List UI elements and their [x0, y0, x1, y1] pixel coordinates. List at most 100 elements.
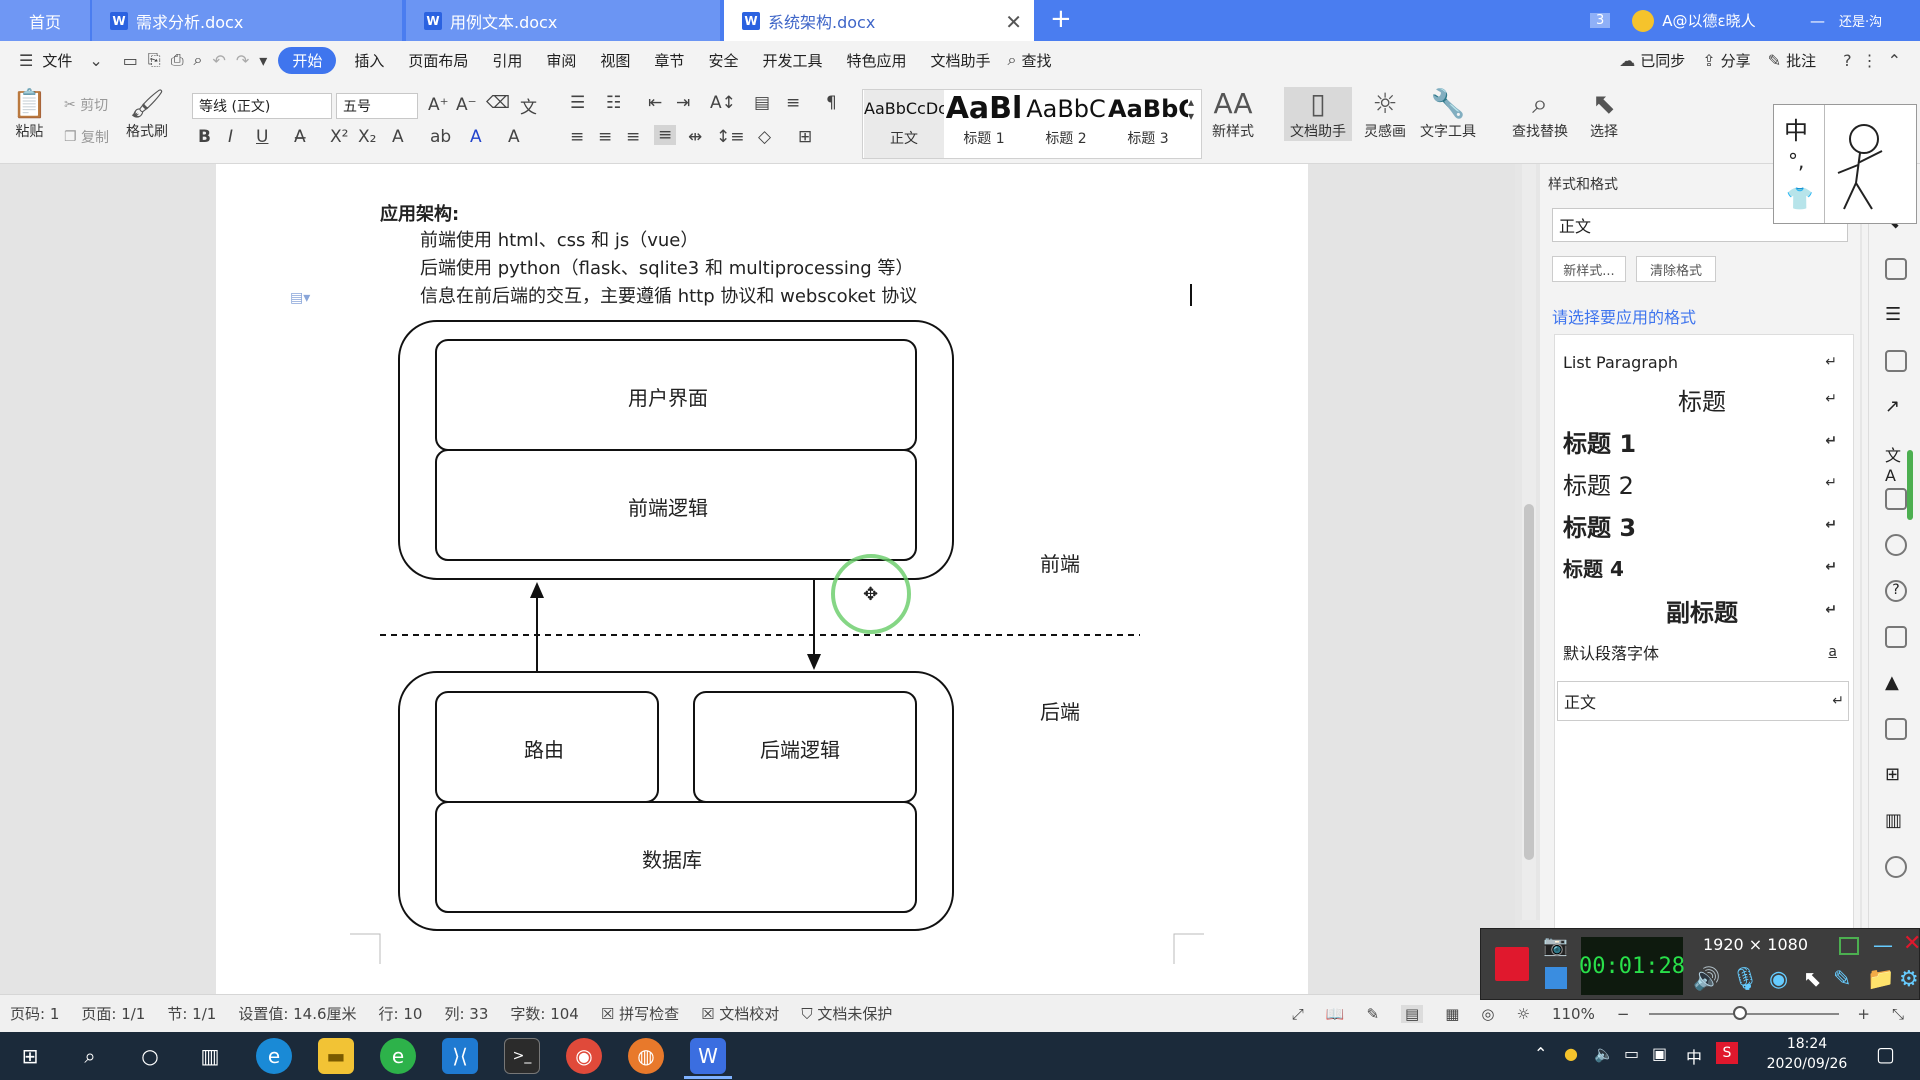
share-icon[interactable]: ⇪ [1697, 51, 1720, 70]
scrollbar-thumb[interactable] [1524, 504, 1534, 860]
file-explorer-icon[interactable]: ▬ [318, 1038, 354, 1074]
camera-icon[interactable]: 📷 [1543, 933, 1568, 957]
zoom-slider-thumb[interactable] [1733, 1005, 1748, 1020]
fullscreen-icon[interactable]: ⤢ [1292, 1005, 1304, 1023]
terminal-icon[interactable]: >_ [504, 1038, 540, 1074]
comment-icon[interactable]: ✎ [1763, 51, 1786, 70]
help-circle-icon[interactable]: ? [1885, 580, 1907, 602]
highlight-icon[interactable]: ab [430, 127, 451, 147]
format-painter-button[interactable]: 🖌 格式刷 [126, 87, 168, 141]
protect-status[interactable]: ⛉ 文档未保护 [801, 1003, 892, 1024]
status-col[interactable]: 列: 33 [444, 1003, 488, 1024]
history-icon[interactable] [1885, 534, 1907, 556]
wps-writer-icon[interactable]: W [690, 1038, 726, 1074]
shrink-font-icon[interactable]: A⁻ [456, 95, 477, 115]
paste-button[interactable]: 📋 粘贴 [12, 87, 47, 141]
style-item-normal[interactable]: 正文 ↵ [1557, 681, 1849, 721]
tab-architecture-doc[interactable]: W 系统架构.docx ✕ [724, 0, 1034, 41]
export-icon[interactable]: ⎘ [143, 50, 166, 70]
align-right-icon[interactable]: ≡ [626, 127, 640, 147]
browser-360-icon[interactable]: e [380, 1038, 416, 1074]
text-tools-button[interactable]: 🔧 文字工具 [1420, 87, 1476, 141]
select-button[interactable]: ⬉ 选择 [1590, 87, 1618, 141]
tray-expand-icon[interactable]: ⌃ [1534, 1044, 1547, 1063]
style-item-heading-4[interactable]: 标题 4 ↵ [1563, 547, 1841, 587]
customize-icon[interactable]: ▾ [254, 51, 272, 70]
ime-floating-widget[interactable]: 中 °, 👕 [1773, 104, 1917, 224]
style-heading-2[interactable]: AaBbC 标题 2 [1026, 90, 1106, 158]
zoom-slider[interactable] [1649, 1005, 1840, 1020]
battery-icon[interactable]: ▭ [1624, 1044, 1639, 1063]
share-out-icon[interactable]: ↗ [1885, 396, 1907, 418]
microphone-icon[interactable]: 🎙 [1731, 967, 1759, 992]
image-icon[interactable] [1885, 350, 1907, 372]
underline-icon[interactable]: U [256, 127, 268, 147]
print-icon[interactable]: ⎙ [166, 50, 189, 70]
style-item-heading-3[interactable]: 标题 3 ↵ [1563, 505, 1841, 545]
cloud-sync-icon[interactable]: ☁ [1614, 51, 1640, 70]
subscript-icon[interactable]: X₂ [358, 127, 376, 147]
new-style-button[interactable]: AA 新样式 [1212, 87, 1254, 141]
italic-icon[interactable]: I [228, 127, 233, 147]
speaker-icon[interactable]: 🔊 [1693, 967, 1720, 992]
tab-find[interactable]: 查找 [1021, 50, 1063, 71]
firefox-icon[interactable]: ◍ [628, 1038, 664, 1074]
show-marks-icon[interactable]: ¶ [826, 93, 837, 113]
status-page-code[interactable]: 页码: 1 [10, 1003, 59, 1024]
collapse-ribbon-icon[interactable]: ⌃ [1883, 51, 1906, 70]
chrome-icon[interactable]: ◉ [566, 1038, 602, 1074]
sogou-ime-icon[interactable]: S [1716, 1042, 1738, 1064]
clock-time[interactable]: 18:24 [1752, 1036, 1862, 1052]
translate-icon[interactable]: 文A [1885, 442, 1907, 485]
write-mode-icon[interactable]: ✎ [1366, 1005, 1379, 1023]
sidebar-scroll-indicator[interactable] [1907, 450, 1913, 520]
proofread-toggle[interactable]: ☒ 文档校对 [701, 1003, 779, 1024]
bullet-list-icon[interactable]: ☰ [570, 93, 585, 113]
help-icon[interactable]: ? [1838, 51, 1857, 70]
style-normal[interactable]: AaBbCcDc 正文 [864, 90, 944, 158]
search-icon[interactable]: ⌕ [72, 1038, 108, 1074]
save-icon[interactable]: ▭ [118, 51, 143, 70]
font-size-select[interactable]: 五号 [336, 93, 418, 119]
read-mode-icon[interactable]: 📖 [1326, 1005, 1345, 1023]
print-preview-icon[interactable]: ⌕ [189, 50, 208, 70]
tab-insert[interactable]: 插入 [342, 50, 396, 71]
text-direction-icon[interactable]: A↕ [710, 93, 736, 113]
task-view-icon[interactable]: ▥ [192, 1038, 228, 1074]
ime-mode-label[interactable]: 中 [1784, 111, 1808, 146]
find-replace-button[interactable]: ⌕ 查找替换 [1512, 87, 1568, 141]
inspiration-button[interactable]: ☼ 灵感画 [1364, 87, 1406, 141]
tab-developer[interactable]: 开发工具 [750, 50, 834, 71]
phonetic-icon[interactable]: 文 [520, 93, 537, 118]
archive-icon[interactable] [1885, 626, 1907, 648]
increase-indent-icon[interactable]: ⇥ [676, 93, 690, 113]
bar-chart-icon[interactable]: ▥ [1885, 810, 1907, 832]
status-pages[interactable]: 页面: 1/1 [81, 1003, 145, 1024]
hamburger-menu-icon[interactable]: ☰ [14, 51, 38, 70]
outline-view-icon[interactable]: ▦ [1445, 1005, 1459, 1023]
zoom-level[interactable]: 110% [1552, 1005, 1595, 1023]
windows-start-icon[interactable]: ⊞ [12, 1038, 48, 1074]
pen-icon[interactable]: ✎ [1833, 967, 1851, 992]
tab-home[interactable]: 首页 [0, 0, 90, 41]
redo-icon[interactable]: ↷ [231, 51, 254, 70]
volume-icon[interactable]: 🔈 [1594, 1044, 1614, 1063]
tab-doc-assistant[interactable]: 文档助手 [918, 50, 1002, 71]
notification-center-icon[interactable]: ▢ [1876, 1042, 1895, 1066]
user-name[interactable]: A@以德ε晓人 [1662, 10, 1755, 31]
chevron-down-icon[interactable]: ⌄ [84, 51, 107, 70]
border-icon[interactable]: ⊞ [798, 127, 812, 147]
undo-icon[interactable]: ↶ [207, 51, 230, 70]
new-tab-plus-icon[interactable]: + [1050, 4, 1072, 34]
apps-grid-icon[interactable]: ⊞ [1885, 764, 1907, 786]
tab-chapter[interactable]: 章节 [642, 50, 696, 71]
webcam-icon[interactable]: ◉ [1769, 967, 1788, 992]
gallery-scroll-icon[interactable]: ▴ ▾ [1188, 95, 1194, 123]
shapes-icon[interactable] [1885, 258, 1907, 280]
style-item-list-paragraph[interactable]: List Paragraph ↵ [1563, 345, 1841, 379]
ime-skin-icon[interactable]: 👕 [1786, 187, 1813, 212]
style-item-subtitle[interactable]: 副标题 ↵ [1563, 589, 1841, 631]
clock-date[interactable]: 2020/09/26 [1752, 1056, 1862, 1072]
tab-review[interactable]: 审阅 [534, 50, 588, 71]
style-heading-3[interactable]: AaBbC 标题 3 [1108, 90, 1188, 158]
